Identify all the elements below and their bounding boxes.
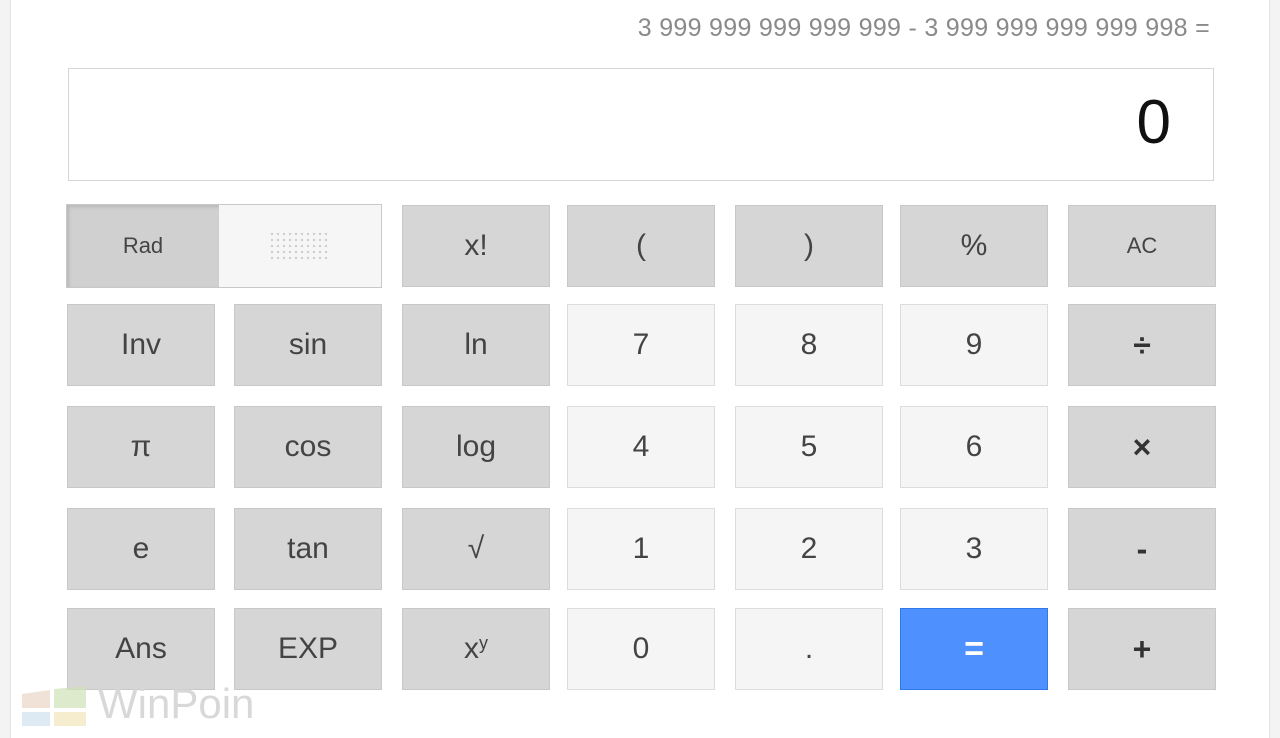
open-paren-button[interactable]: ( xyxy=(567,205,715,287)
result-display: 0 xyxy=(68,68,1214,181)
all-clear-button[interactable]: AC xyxy=(1068,205,1216,287)
display-value: 0 xyxy=(1136,88,1171,157)
tan-button[interactable]: tan xyxy=(234,508,382,590)
expression-history: 3 999 999 999 999 999 - 3 999 999 999 99… xyxy=(637,14,1210,42)
plus-button[interactable]: + xyxy=(1068,608,1216,690)
digit-1-button[interactable]: 1 xyxy=(567,508,715,590)
inv-button[interactable]: Inv xyxy=(67,304,215,386)
deg-placeholder-dots-icon xyxy=(269,231,331,261)
multiply-button[interactable]: × xyxy=(1068,406,1216,488)
watermark: WinPoin xyxy=(18,680,318,727)
log-button[interactable]: log xyxy=(402,406,550,488)
sqrt-button[interactable]: √ xyxy=(402,508,550,590)
cos-button[interactable]: cos xyxy=(234,406,382,488)
digit-6-button[interactable]: 6 xyxy=(900,406,1048,488)
rad-button[interactable]: Rad xyxy=(67,205,219,287)
equals-button[interactable]: = xyxy=(900,608,1048,690)
windows-logo-icon xyxy=(22,686,86,726)
digit-8-button[interactable]: 8 xyxy=(735,304,883,386)
power-base: x xyxy=(464,632,479,665)
minus-button[interactable]: - xyxy=(1068,508,1216,590)
deg-button[interactable] xyxy=(219,205,381,287)
factorial-button[interactable]: x! xyxy=(402,205,550,287)
sin-button[interactable]: sin xyxy=(234,304,382,386)
digit-0-button[interactable]: 0 xyxy=(567,608,715,690)
digit-4-button[interactable]: 4 xyxy=(567,406,715,488)
digit-7-button[interactable]: 7 xyxy=(567,304,715,386)
percent-button[interactable]: % xyxy=(900,205,1048,287)
pi-button[interactable]: π xyxy=(67,406,215,488)
close-paren-button[interactable]: ) xyxy=(735,205,883,287)
power-button[interactable]: xy xyxy=(402,608,550,690)
power-exponent: y xyxy=(479,632,488,653)
digit-2-button[interactable]: 2 xyxy=(735,508,883,590)
divide-button[interactable]: ÷ xyxy=(1068,304,1216,386)
e-button[interactable]: e xyxy=(67,508,215,590)
ln-button[interactable]: ln xyxy=(402,304,550,386)
digit-9-button[interactable]: 9 xyxy=(900,304,1048,386)
digit-5-button[interactable]: 5 xyxy=(735,406,883,488)
angle-mode-toggle: Rad xyxy=(66,204,382,288)
digit-3-button[interactable]: 3 xyxy=(900,508,1048,590)
watermark-text: WinPoin xyxy=(98,680,255,727)
exp-button[interactable]: EXP xyxy=(234,608,382,690)
ans-button[interactable]: Ans xyxy=(67,608,215,690)
decimal-button[interactable]: . xyxy=(735,608,883,690)
